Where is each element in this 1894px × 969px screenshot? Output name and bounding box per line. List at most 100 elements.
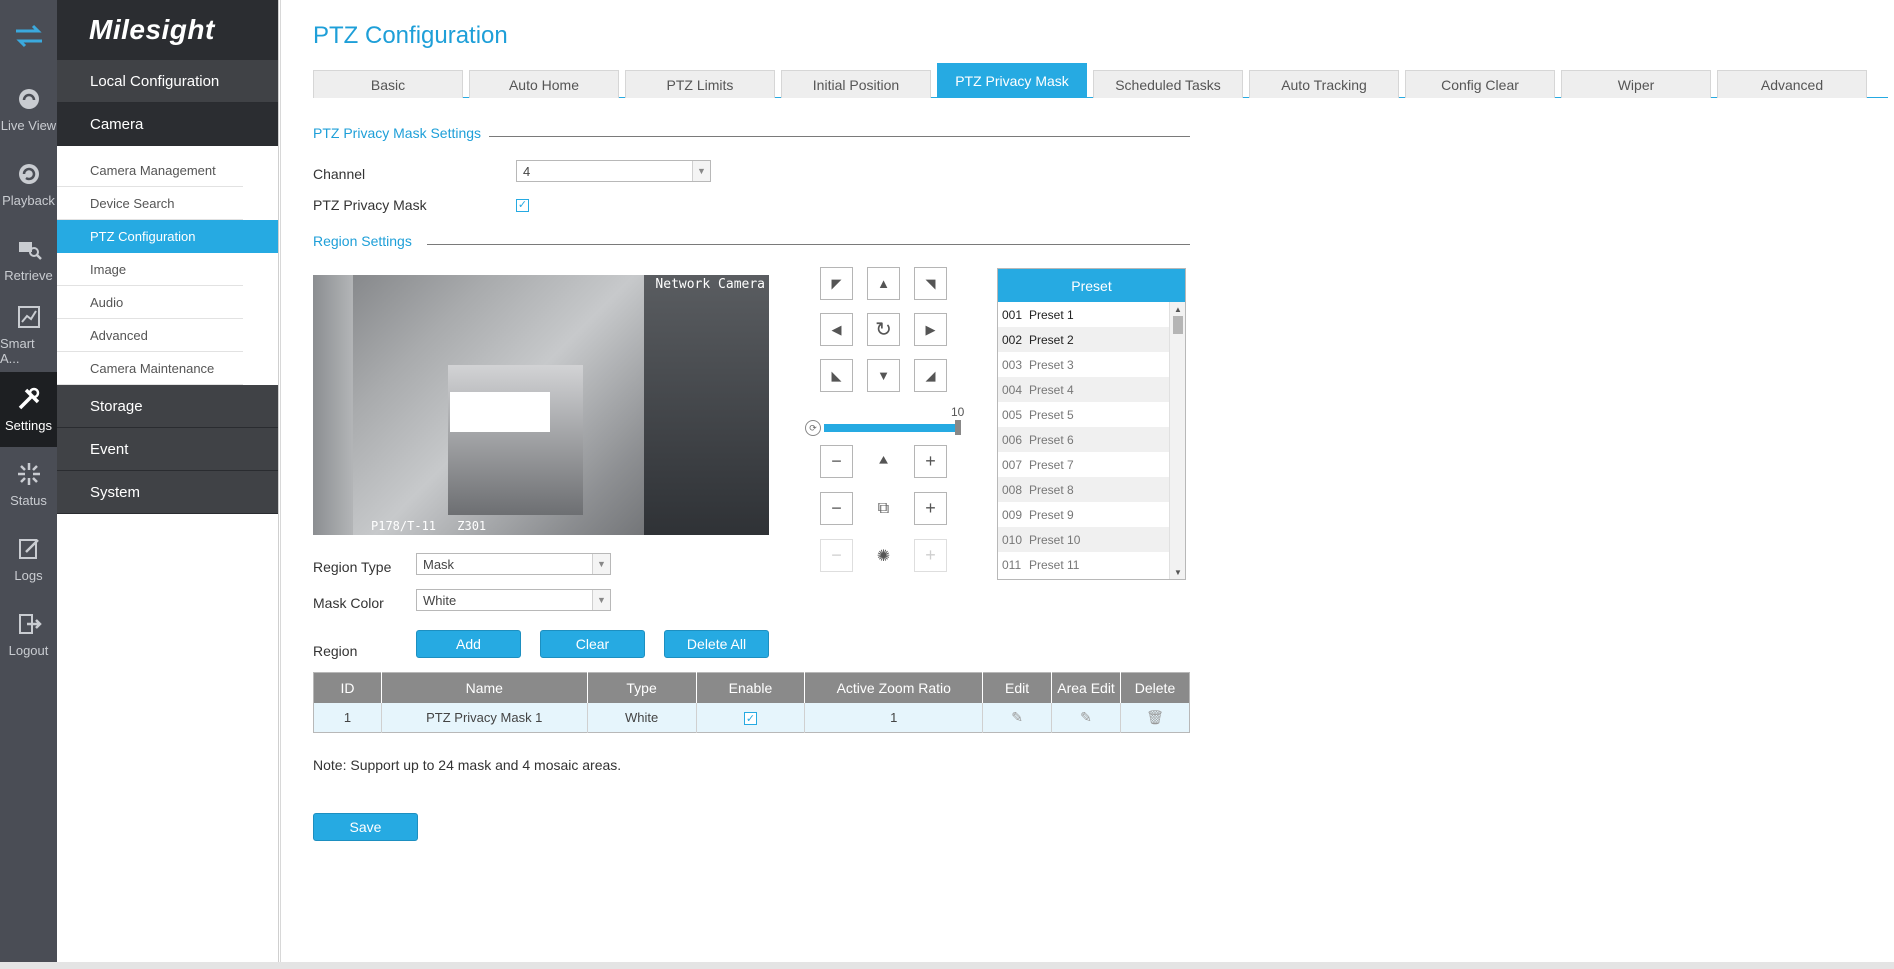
preset-item[interactable]: 008 Preset 8 xyxy=(998,477,1169,502)
rail-logout[interactable]: Logout xyxy=(0,597,57,672)
rail-logs[interactable]: Logs xyxy=(0,522,57,597)
ptz-down-right-button[interactable]: ◢ xyxy=(914,359,947,392)
ptz-auto-scan-button[interactable]: ↻ xyxy=(867,313,900,346)
rail-label: Logout xyxy=(8,643,49,658)
sidebar-item-advanced[interactable]: Advanced xyxy=(57,319,243,352)
preset-number: 001 xyxy=(1002,307,1023,322)
channel-value: 4 xyxy=(523,163,531,179)
rail-playback[interactable]: Playback xyxy=(0,147,57,222)
rail-status[interactable]: Status xyxy=(0,447,57,522)
tab-initial-position[interactable]: Initial Position xyxy=(781,70,931,98)
region-type-value: Mask xyxy=(423,556,455,572)
preset-item[interactable]: 010 Preset 10 xyxy=(998,527,1169,552)
tab-ptz-limits[interactable]: PTZ Limits xyxy=(625,70,775,98)
cell-edit: ✎ xyxy=(982,702,1052,733)
rail-live-view[interactable]: Live View xyxy=(0,72,57,147)
preset-item[interactable]: 006 Preset 6 xyxy=(998,427,1169,452)
area-edit-icon[interactable]: ✎ xyxy=(1080,709,1092,725)
ptz-right-button[interactable]: ▶ xyxy=(914,313,947,346)
brand-logo: Milesight xyxy=(57,0,278,60)
zoom-icon: ⯅ xyxy=(877,452,890,470)
tab-auto-home[interactable]: Auto Home xyxy=(469,70,619,98)
channel-select[interactable]: 4 ▼ xyxy=(516,160,711,182)
preset-list: 001 Preset 1 002 Preset 2 003 Preset 3 004 P… xyxy=(998,302,1169,579)
zoom-in-button[interactable]: + xyxy=(914,445,947,478)
focus-far-button[interactable]: + xyxy=(914,492,947,525)
iris-open-button[interactable]: + xyxy=(914,539,947,572)
tab-scheduled-tasks[interactable]: Scheduled Tasks xyxy=(1093,70,1243,98)
clear-region-button[interactable]: Clear xyxy=(540,630,645,658)
sidebar-event[interactable]: Event xyxy=(57,428,278,471)
ptz-left-button[interactable]: ◀ xyxy=(820,313,853,346)
sidebar-item-audio[interactable]: Audio xyxy=(57,286,243,319)
preset-name: Preset 7 xyxy=(1029,457,1074,472)
scroll-down-icon[interactable]: ▼ xyxy=(1170,566,1186,578)
enable-checkbox[interactable]: ✓ xyxy=(743,711,757,725)
tab-config-clear[interactable]: Config Clear xyxy=(1405,70,1555,98)
sidebar-item-image[interactable]: Image xyxy=(57,253,243,286)
plus-icon: + xyxy=(925,545,936,565)
sidebar-camera[interactable]: Camera xyxy=(57,103,278,146)
preset-item[interactable]: 011 Preset 11 xyxy=(998,552,1169,577)
scrollbar-thumb[interactable] xyxy=(1173,316,1183,334)
sidebar-local-configuration[interactable]: Local Configuration xyxy=(57,60,278,103)
sidebar-system[interactable]: System xyxy=(57,471,278,514)
tab-basic[interactable]: Basic xyxy=(313,70,463,98)
cell-area-edit: ✎ xyxy=(1051,702,1121,733)
sidebar-item-camera-management[interactable]: Camera Management xyxy=(57,154,243,187)
brand-name: Milesight xyxy=(89,14,215,45)
zoom-out-button[interactable]: − xyxy=(820,445,853,478)
focus-near-button[interactable]: − xyxy=(820,492,853,525)
sidebar-item-camera-maintenance[interactable]: Camera Maintenance xyxy=(57,352,243,385)
preset-item[interactable]: 004 Preset 4 xyxy=(998,377,1169,402)
sidebar-item-ptz-configuration[interactable]: PTZ Configuration xyxy=(57,220,278,253)
col-edit: Edit xyxy=(982,672,1052,703)
edit-icon[interactable]: ✎ xyxy=(1011,709,1023,725)
sidebar-item-device-search[interactable]: Device Search xyxy=(57,187,243,220)
tab-ptz-privacy-mask[interactable]: PTZ Privacy Mask xyxy=(937,63,1087,98)
scroll-up-icon[interactable]: ▲ xyxy=(1170,303,1186,315)
trash-icon[interactable]: 🗑 xyxy=(1146,709,1164,725)
save-button[interactable]: Save xyxy=(313,813,418,841)
ptz-down-button[interactable]: ▼ xyxy=(867,359,900,392)
tab-wiper[interactable]: Wiper xyxy=(1561,70,1711,98)
rail-settings[interactable]: Settings xyxy=(0,372,57,447)
menu-toggle[interactable] xyxy=(0,0,57,72)
rail-label: Live View xyxy=(0,118,57,133)
mask-color-select[interactable]: White ▼ xyxy=(416,589,611,611)
tab-auto-tracking[interactable]: Auto Tracking xyxy=(1249,70,1399,98)
preset-item[interactable]: 001 Preset 1 xyxy=(998,302,1169,327)
rail-smart-analytics[interactable]: Smart A... xyxy=(0,297,57,372)
rail-label: Status xyxy=(10,493,47,508)
smart-analytics-icon xyxy=(17,305,40,328)
rail-retrieve[interactable]: Retrieve xyxy=(0,222,57,297)
preset-number: 011 xyxy=(1002,557,1022,572)
preset-item[interactable]: 005 Preset 5 xyxy=(998,402,1169,427)
region-type-select[interactable]: Mask ▼ xyxy=(416,553,611,575)
speed-slider-handle[interactable] xyxy=(955,420,961,435)
sidebar-storage[interactable]: Storage xyxy=(57,385,278,428)
ptz-up-button[interactable]: ▲ xyxy=(867,267,900,300)
retrieve-icon xyxy=(18,242,42,260)
ptz-up-right-button[interactable]: ◥ xyxy=(914,267,947,300)
preset-name: Preset 10 xyxy=(1029,532,1081,547)
privacy-mask-checkbox[interactable]: ✓ xyxy=(516,199,529,212)
tab-advanced[interactable]: Advanced xyxy=(1717,70,1867,98)
arrow-right-icon: ▶ xyxy=(925,321,936,337)
delete-all-button[interactable]: Delete All xyxy=(664,630,769,658)
section-region-settings: Region Settings xyxy=(313,233,412,249)
speed-slider[interactable] xyxy=(824,424,959,432)
window-bottom-bar xyxy=(0,962,1894,969)
live-video-view[interactable]: Network Camera P178/T-11 Z301 xyxy=(313,275,769,535)
iris-close-button[interactable]: − xyxy=(820,539,853,572)
preset-item[interactable]: 009 Preset 9 xyxy=(998,502,1169,527)
add-region-button[interactable]: Add xyxy=(416,630,521,658)
ptz-up-left-button[interactable]: ◤ xyxy=(820,267,853,300)
preset-item[interactable]: 003 Preset 3 xyxy=(998,352,1169,377)
preset-scrollbar[interactable]: ▲ ▼ xyxy=(1169,302,1185,579)
preset-name: Preset 4 xyxy=(1029,382,1074,397)
preset-item[interactable]: 002 Preset 2 xyxy=(998,327,1169,352)
ptz-down-left-button[interactable]: ◣ xyxy=(820,359,853,392)
preset-item[interactable]: 007 Preset 7 xyxy=(998,452,1169,477)
privacy-mask-region[interactable] xyxy=(450,392,550,432)
